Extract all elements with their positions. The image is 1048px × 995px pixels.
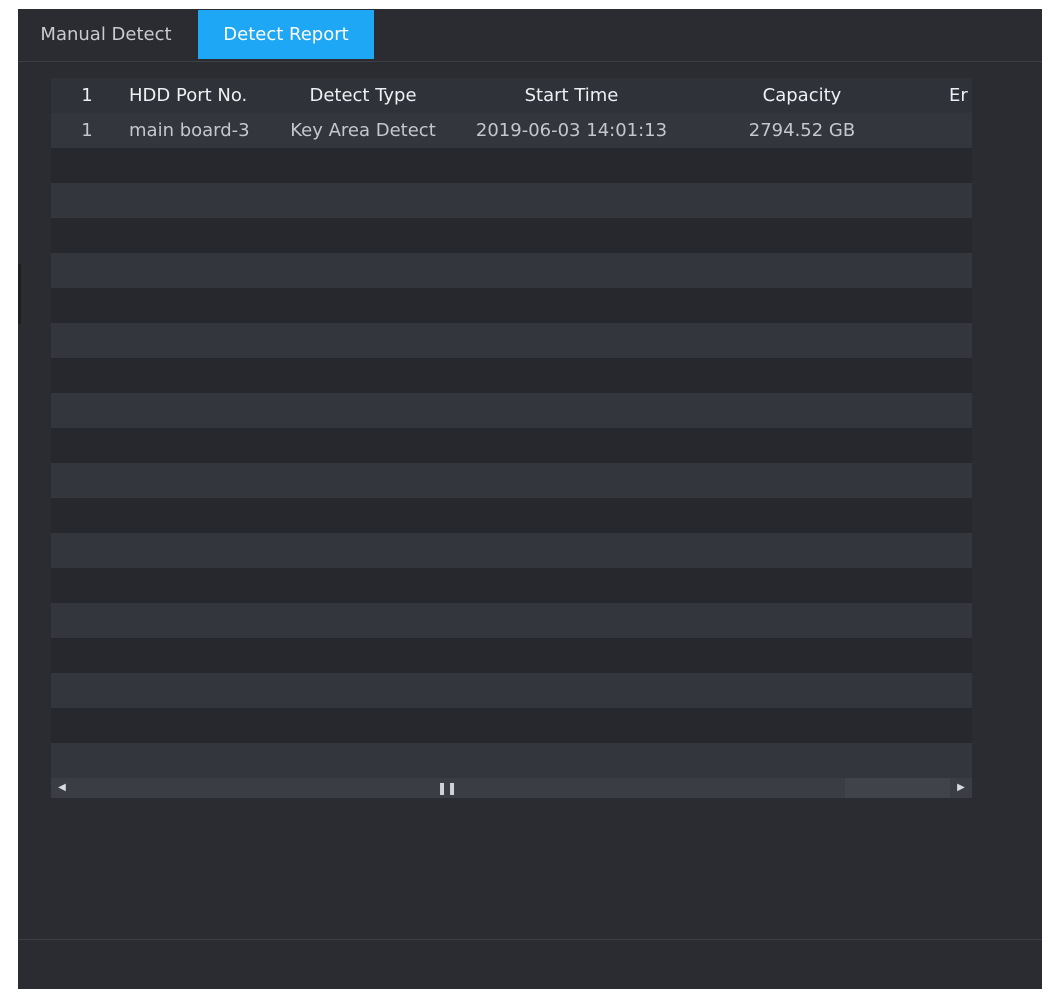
scroll-left-button[interactable]: ◀ (51, 778, 73, 798)
empty-table-row (51, 533, 972, 568)
column-header-hdd-port[interactable]: HDD Port No. (127, 78, 267, 113)
grip-icon: ❚❚ (437, 781, 458, 795)
cell-hdd-port: main board-3 (129, 120, 250, 141)
cell-index: 1 (81, 120, 93, 141)
left-edge-strip (18, 264, 21, 324)
empty-table-row (51, 463, 972, 498)
column-header-error[interactable]: Er (949, 78, 972, 113)
empty-table-row (51, 673, 972, 708)
triangle-left-icon: ◀ (58, 782, 66, 793)
column-header-start-time[interactable]: Start Time (459, 78, 684, 113)
scrollbar-track[interactable]: ❚❚ (73, 778, 950, 798)
empty-table-row (51, 288, 972, 323)
empty-table-row (51, 393, 972, 428)
empty-table-row (51, 638, 972, 673)
empty-table-row (51, 183, 972, 218)
table-header: 1 HDD Port No. Detect Type Start Time Ca… (51, 78, 972, 114)
empty-table-row (51, 708, 972, 743)
cell-start-time: 2019-06-03 14:01:13 (475, 120, 668, 141)
cell-capacity: 2794.52 GB (748, 120, 856, 141)
empty-table-row (51, 568, 972, 603)
tab-detect-report[interactable]: Detect Report (198, 10, 374, 59)
empty-table-row (51, 428, 972, 463)
tab-manual-detect[interactable]: Manual Detect (26, 9, 186, 61)
triangle-right-icon: ▶ (957, 782, 965, 793)
scrollbar-thumb[interactable]: ❚❚ (73, 778, 845, 798)
empty-table-row (51, 498, 972, 533)
empty-table-row (51, 148, 972, 183)
empty-table-row (51, 743, 972, 778)
detect-report-panel: Manual Detect Detect Report 1 HDD Port N… (18, 9, 1042, 989)
cell-error (949, 113, 972, 148)
empty-table-row (51, 358, 972, 393)
footer-bar (18, 939, 1042, 989)
empty-table-row (51, 218, 972, 253)
empty-table-row (51, 253, 972, 288)
scroll-right-button[interactable]: ▶ (950, 778, 972, 798)
column-header-capacity[interactable]: Capacity (727, 78, 877, 113)
detect-report-table: 1 HDD Port No. Detect Type Start Time Ca… (51, 78, 972, 798)
column-header-index[interactable]: 1 (67, 78, 107, 113)
table-row[interactable]: 1 main board-3 Key Area Detect 2019-06-0… (51, 113, 972, 148)
column-header-detect-type[interactable]: Detect Type (283, 78, 443, 113)
cell-detect-type: Key Area Detect (290, 120, 436, 141)
empty-table-row (51, 603, 972, 638)
empty-table-row (51, 323, 972, 358)
horizontal-scrollbar[interactable]: ◀ ❚❚ ▶ (51, 778, 972, 798)
tab-bar: Manual Detect Detect Report (18, 9, 1042, 62)
